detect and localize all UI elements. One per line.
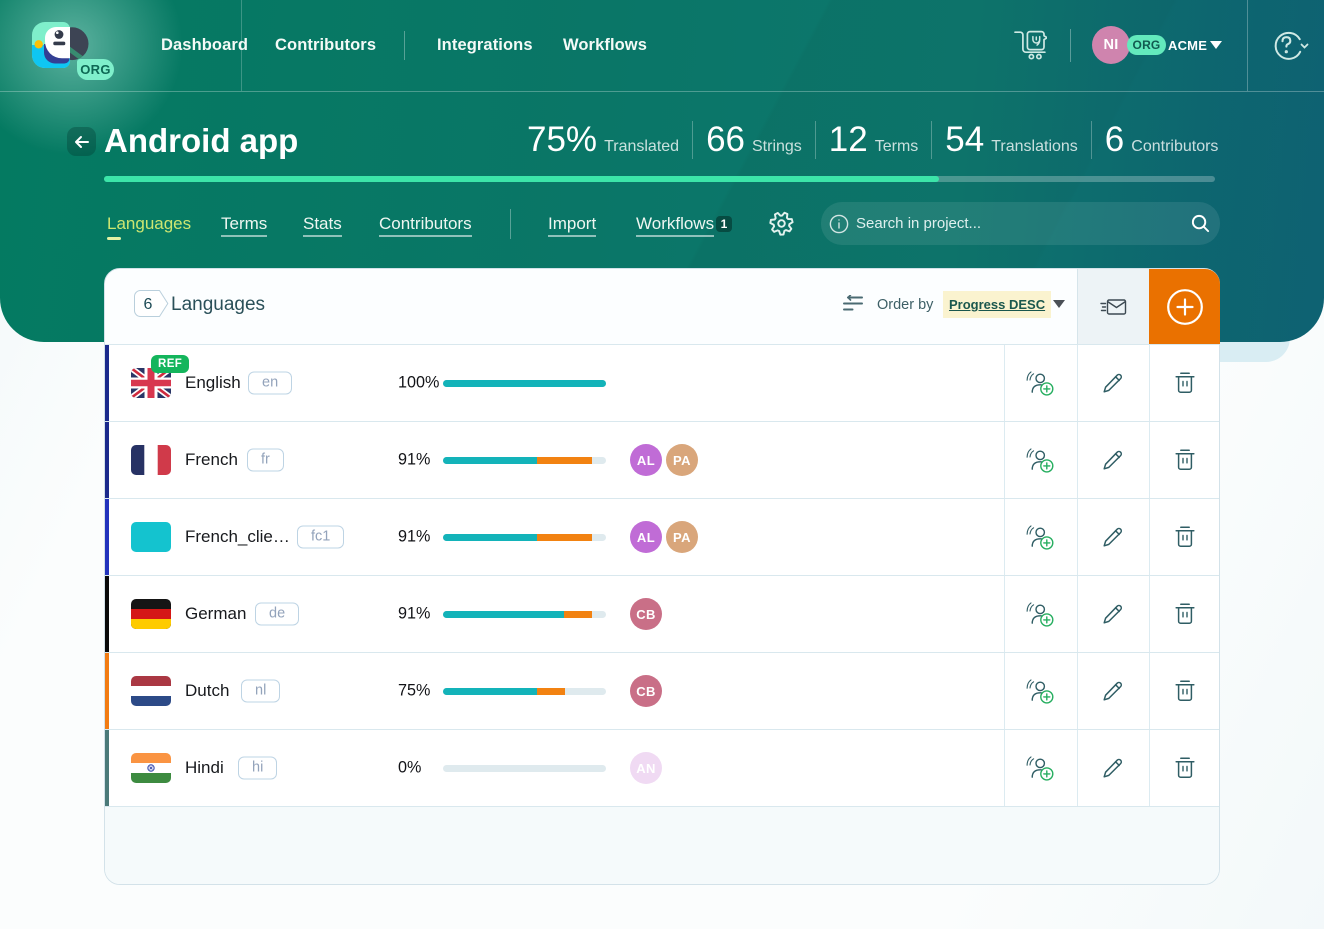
svg-text:6: 6: [144, 296, 153, 313]
